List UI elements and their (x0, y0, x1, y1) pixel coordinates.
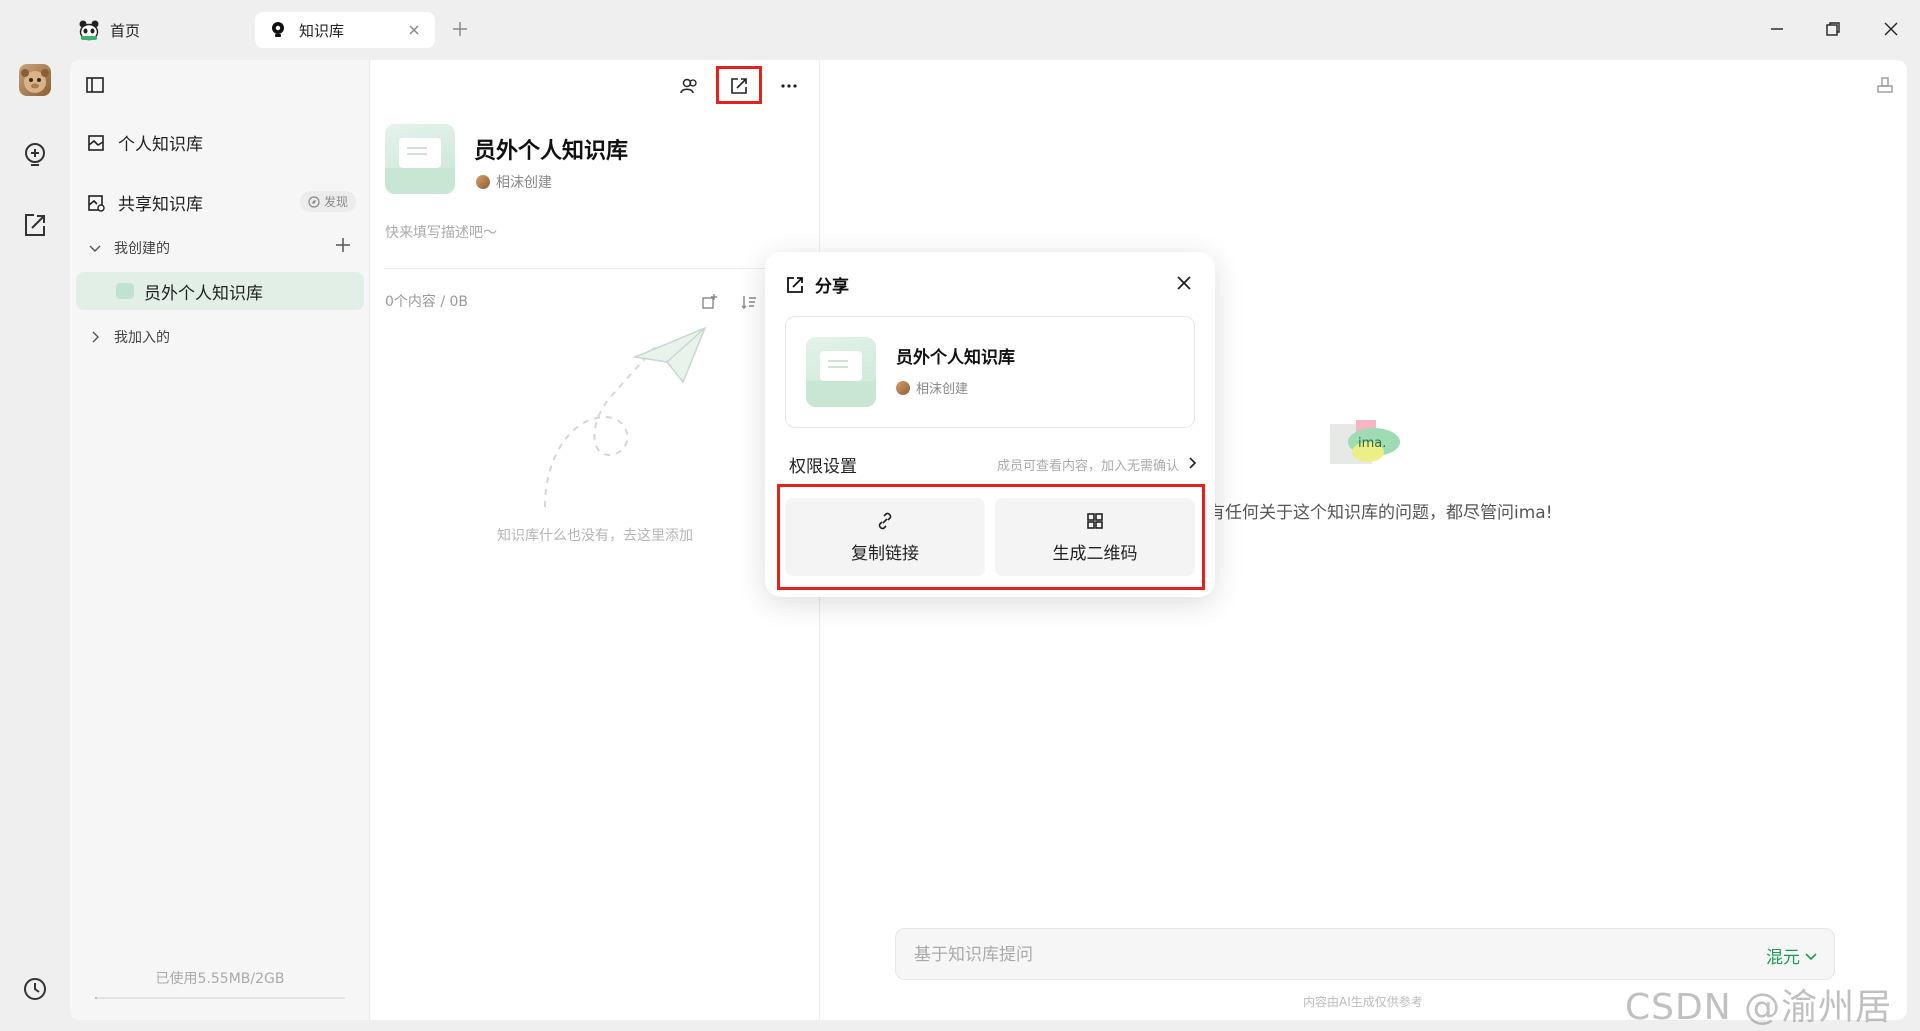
close-window-icon[interactable] (1880, 18, 1902, 40)
title-bar: 首页 知识库 (0, 0, 1920, 58)
ai-disclaimer: 内容由AI生成仅供参考 (1303, 995, 1423, 1009)
shared-book-icon (86, 193, 106, 213)
share-kb-cover-image (806, 337, 876, 407)
close-tab-icon[interactable] (405, 21, 423, 39)
chat-input-box: 混元 (895, 928, 1835, 980)
ima-logo: ima. (1330, 420, 1400, 464)
chat-input[interactable] (914, 941, 1614, 969)
share-dialog-title: 分享 (785, 272, 849, 297)
kb-thumbnail-icon (116, 283, 134, 299)
discover-badge[interactable]: 发现 (300, 191, 357, 212)
chevron-right-icon (88, 330, 102, 344)
share-kb-creator: 相沫创建 (896, 378, 968, 397)
kb-creator-label: 相沫创建 (496, 175, 552, 191)
watermark: CSDN @渝州居士 (1625, 987, 1893, 1028)
restore-icon[interactable] (1822, 18, 1844, 40)
lightbulb-plus-icon[interactable] (20, 140, 50, 170)
share-icon (787, 276, 803, 293)
storage-usage-fill (95, 997, 97, 999)
sidebar-item-personal[interactable]: 个人知识库 (86, 130, 203, 155)
discover-label: 发现 (324, 195, 349, 209)
permission-settings-row[interactable]: 权限设置 成员可查看内容，加入无需确认 (789, 450, 1199, 477)
sidebar-item-personal-label: 个人知识库 (118, 135, 203, 155)
lightbulb-icon (267, 19, 289, 41)
minimize-icon[interactable] (1766, 18, 1788, 40)
divider (385, 268, 805, 269)
kb-description-placeholder[interactable]: 快来填写描述吧～ (385, 222, 497, 242)
permission-settings-hint: 成员可查看内容，加入无需确认 (996, 459, 1179, 474)
share-button-highlight (716, 66, 762, 104)
share-actions-highlight (777, 484, 1205, 590)
kb-creator: 相沫创建 (476, 172, 552, 192)
storage-usage: 已使用5.55MB/2GB (155, 971, 285, 987)
members-icon[interactable] (674, 72, 704, 100)
section-joined[interactable]: 我加入的 (88, 327, 170, 347)
sidebar-item-shared[interactable]: 共享知识库 (86, 190, 203, 215)
model-selector-label: 混元 (1766, 948, 1800, 968)
share-kb-card: 员外个人知识库 相沫创建 (785, 316, 1195, 428)
tab-knowledge-base-label: 知识库 (299, 21, 345, 40)
share-kb-title: 员外个人知识库 (896, 348, 1015, 368)
new-tab-icon[interactable] (450, 19, 470, 39)
creator-avatar (896, 380, 910, 395)
kb-stats: 0个内容 / 0B (385, 294, 469, 310)
ima-logo-text: ima. (1358, 436, 1386, 451)
panda-icon (78, 19, 100, 41)
kb-title: 员外个人知识库 (474, 139, 629, 164)
storage-usage-bar (95, 997, 345, 999)
paper-plane-illustration (544, 326, 707, 508)
compass-icon (308, 195, 320, 208)
sidebar-item-selected-kb-label: 员外个人知识库 (144, 283, 263, 304)
permission-settings-label: 权限设置 (789, 457, 857, 477)
note-edit-icon[interactable] (20, 210, 50, 240)
section-created-label: 我创建的 (114, 241, 170, 257)
section-created[interactable]: 我创建的 (88, 238, 170, 258)
tab-home-label: 首页 (110, 21, 141, 40)
chevron-down-icon (1805, 952, 1817, 960)
sidebar-item-selected-kb[interactable]: 员外个人知识库 (76, 272, 364, 310)
add-knowledge-base-icon[interactable] (334, 236, 352, 254)
sidebar-item-shared-label: 共享知识库 (118, 195, 203, 215)
creator-avatar (476, 175, 490, 189)
kb-empty-state: 知识库什么也没有，去这里添加 (497, 528, 693, 544)
tab-home[interactable]: 首页 (68, 12, 238, 48)
add-content-icon[interactable] (694, 288, 724, 316)
share-dialog: 分享 员外个人知识库 相沫创建 权限设置 成员可查看内容，加入无需确认 复制链接… (765, 252, 1215, 597)
section-joined-label: 我加入的 (114, 330, 170, 346)
close-icon[interactable] (1173, 272, 1195, 294)
chevron-down-icon (88, 241, 102, 255)
model-selector[interactable]: 混元 (1766, 943, 1818, 968)
knowledge-book-icon (86, 133, 106, 153)
sort-icon[interactable] (734, 288, 764, 316)
more-options-icon[interactable] (774, 72, 804, 100)
chevron-right-icon (1185, 456, 1199, 470)
user-avatar[interactable] (19, 64, 51, 96)
kb-cover-image (385, 124, 455, 194)
clear-chat-icon[interactable] (1874, 74, 1896, 96)
tab-knowledge-base[interactable]: 知识库 (255, 12, 435, 48)
share-dialog-title-label: 分享 (815, 277, 849, 297)
sidebar-toggle-icon[interactable] (84, 74, 106, 96)
history-clock-icon[interactable] (20, 974, 50, 1004)
chat-prompt-text: 有任何关于这个知识库的问题，都尽管问ima! (1208, 503, 1553, 523)
share-kb-creator-label: 相沫创建 (916, 382, 969, 397)
